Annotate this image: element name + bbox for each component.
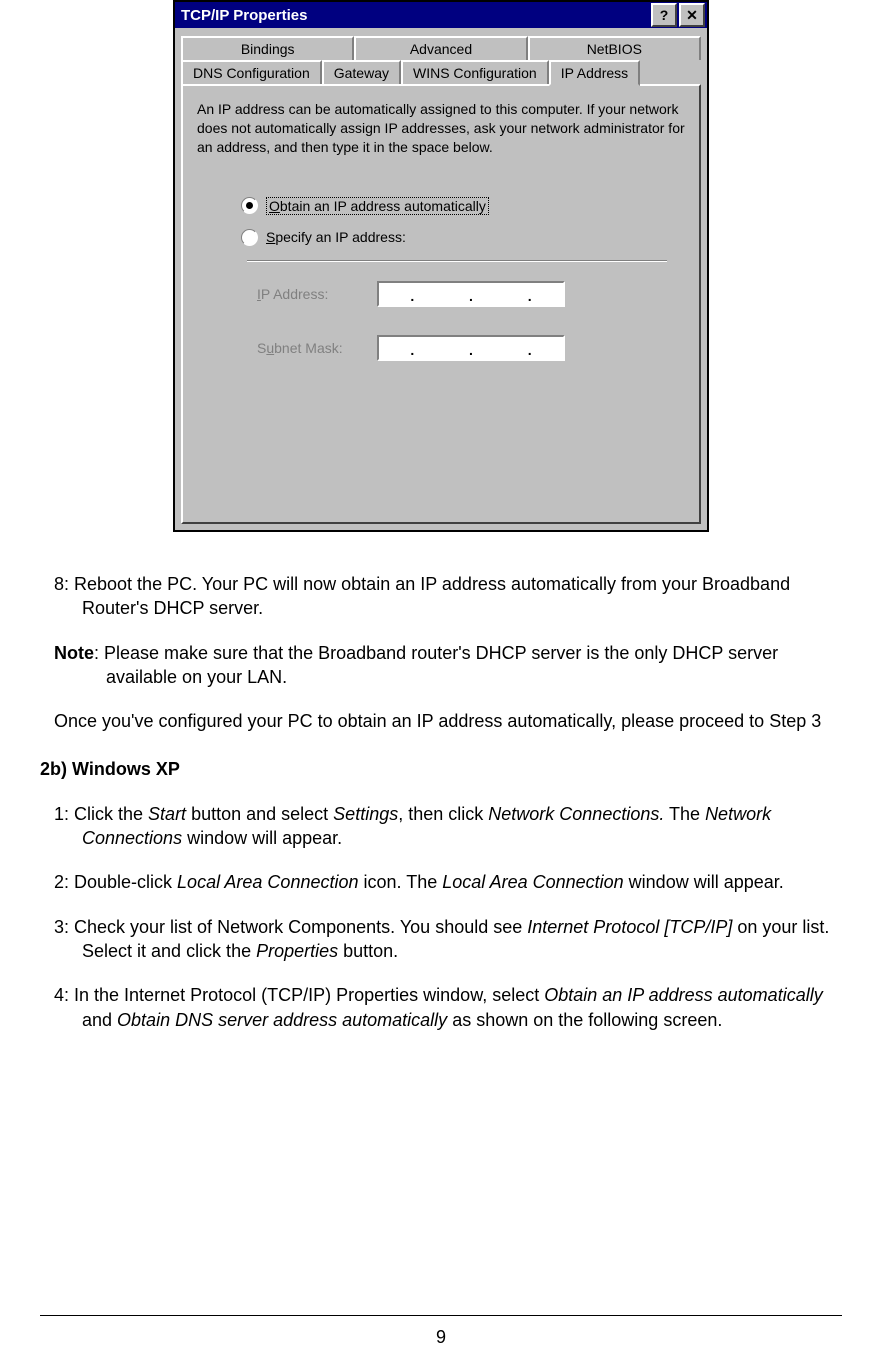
tab-panel-ip-address: An IP address can be automatically assig…: [181, 84, 701, 524]
footer-rule: [40, 1315, 842, 1316]
ip-address-label: IP Address:: [257, 286, 377, 302]
note-dhcp: Note: Please make sure that the Broadban…: [54, 641, 844, 690]
tab-gateway[interactable]: Gateway: [322, 60, 401, 84]
tab-netbios[interactable]: NetBIOS: [528, 36, 701, 60]
xp-step-3: 3: Check your list of Network Components…: [54, 915, 844, 964]
proceed-paragraph: Once you've configured your PC to obtain…: [54, 709, 844, 733]
xp-step-2: 2: Double-click Local Area Connection ic…: [54, 870, 844, 894]
subnet-mask-label: Subnet Mask:: [257, 340, 377, 356]
radio-icon: [241, 197, 258, 214]
dialog-title: TCP/IP Properties: [181, 7, 649, 24]
ip-address-input[interactable]: ...: [377, 281, 565, 307]
close-button[interactable]: ✕: [679, 3, 705, 27]
radio-obtain-label: Obtain an IP address automatically: [266, 197, 489, 215]
help-button[interactable]: ?: [651, 3, 677, 27]
tab-ip-address[interactable]: IP Address: [549, 60, 640, 86]
tab-strip: Bindings Advanced NetBIOS DNS Configurat…: [175, 28, 707, 84]
xp-step-4: 4: In the Internet Protocol (TCP/IP) Pro…: [54, 983, 844, 1032]
tab-wins-configuration[interactable]: WINS Configuration: [401, 60, 549, 84]
radio-obtain-automatically[interactable]: Obtain an IP address automatically: [241, 197, 685, 215]
tab-dns-configuration[interactable]: DNS Configuration: [181, 60, 322, 84]
tcpip-properties-dialog: TCP/IP Properties ? ✕ Bindings Advanced …: [173, 0, 709, 532]
document-body: 8: Reboot the PC. Your PC will now obtai…: [0, 532, 882, 1032]
step-8: 8: Reboot the PC. Your PC will now obtai…: [54, 572, 844, 621]
page-number: 9: [0, 1327, 882, 1348]
ip-address-description: An IP address can be automatically assig…: [197, 100, 685, 157]
xp-step-1: 1: Click the Start button and select Set…: [54, 802, 844, 851]
tab-advanced[interactable]: Advanced: [354, 36, 527, 60]
radio-icon: [241, 229, 258, 246]
subnet-mask-input[interactable]: ...: [377, 335, 565, 361]
dialog-titlebar: TCP/IP Properties ? ✕: [175, 2, 707, 28]
heading-2b: 2b) Windows XP: [40, 757, 844, 781]
radio-specify-ip[interactable]: Specify an IP address:: [241, 229, 685, 246]
specify-ip-group: IP Address: ... Subnet Mask: ...: [247, 260, 667, 375]
radio-specify-label: Specify an IP address:: [266, 229, 406, 245]
tab-bindings[interactable]: Bindings: [181, 36, 354, 60]
